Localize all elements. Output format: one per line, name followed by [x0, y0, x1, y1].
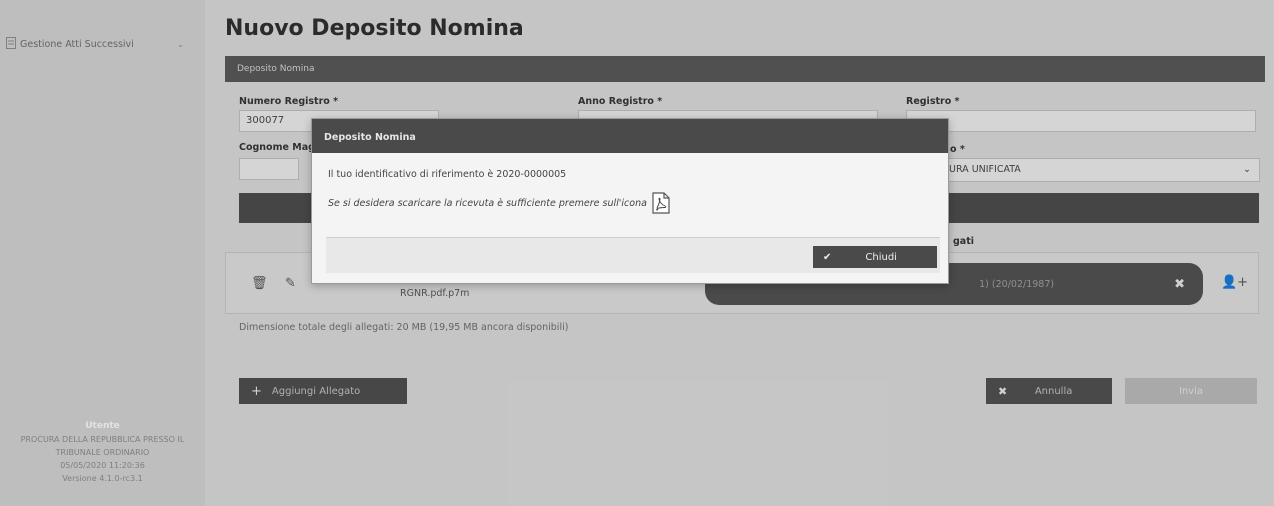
- pdf-icon[interactable]: [651, 192, 671, 214]
- close-button[interactable]: ✔ Chiudi: [813, 246, 937, 268]
- modal-hint: Se si desidera scaricare la ricevuta è s…: [328, 197, 647, 209]
- modal-footer: ✔ Chiudi: [326, 237, 940, 273]
- close-label: Chiudi: [865, 251, 897, 263]
- check-icon: ✔: [823, 251, 832, 263]
- modal-title: Deposito Nomina: [312, 119, 948, 153]
- modal-message: Il tuo identificativo di riferimento è 2…: [328, 169, 567, 180]
- modal-hint-row: Se si desidera scaricare la ricevuta è s…: [328, 192, 671, 214]
- modal-dialog: Deposito Nomina Il tuo identificativo di…: [311, 118, 949, 284]
